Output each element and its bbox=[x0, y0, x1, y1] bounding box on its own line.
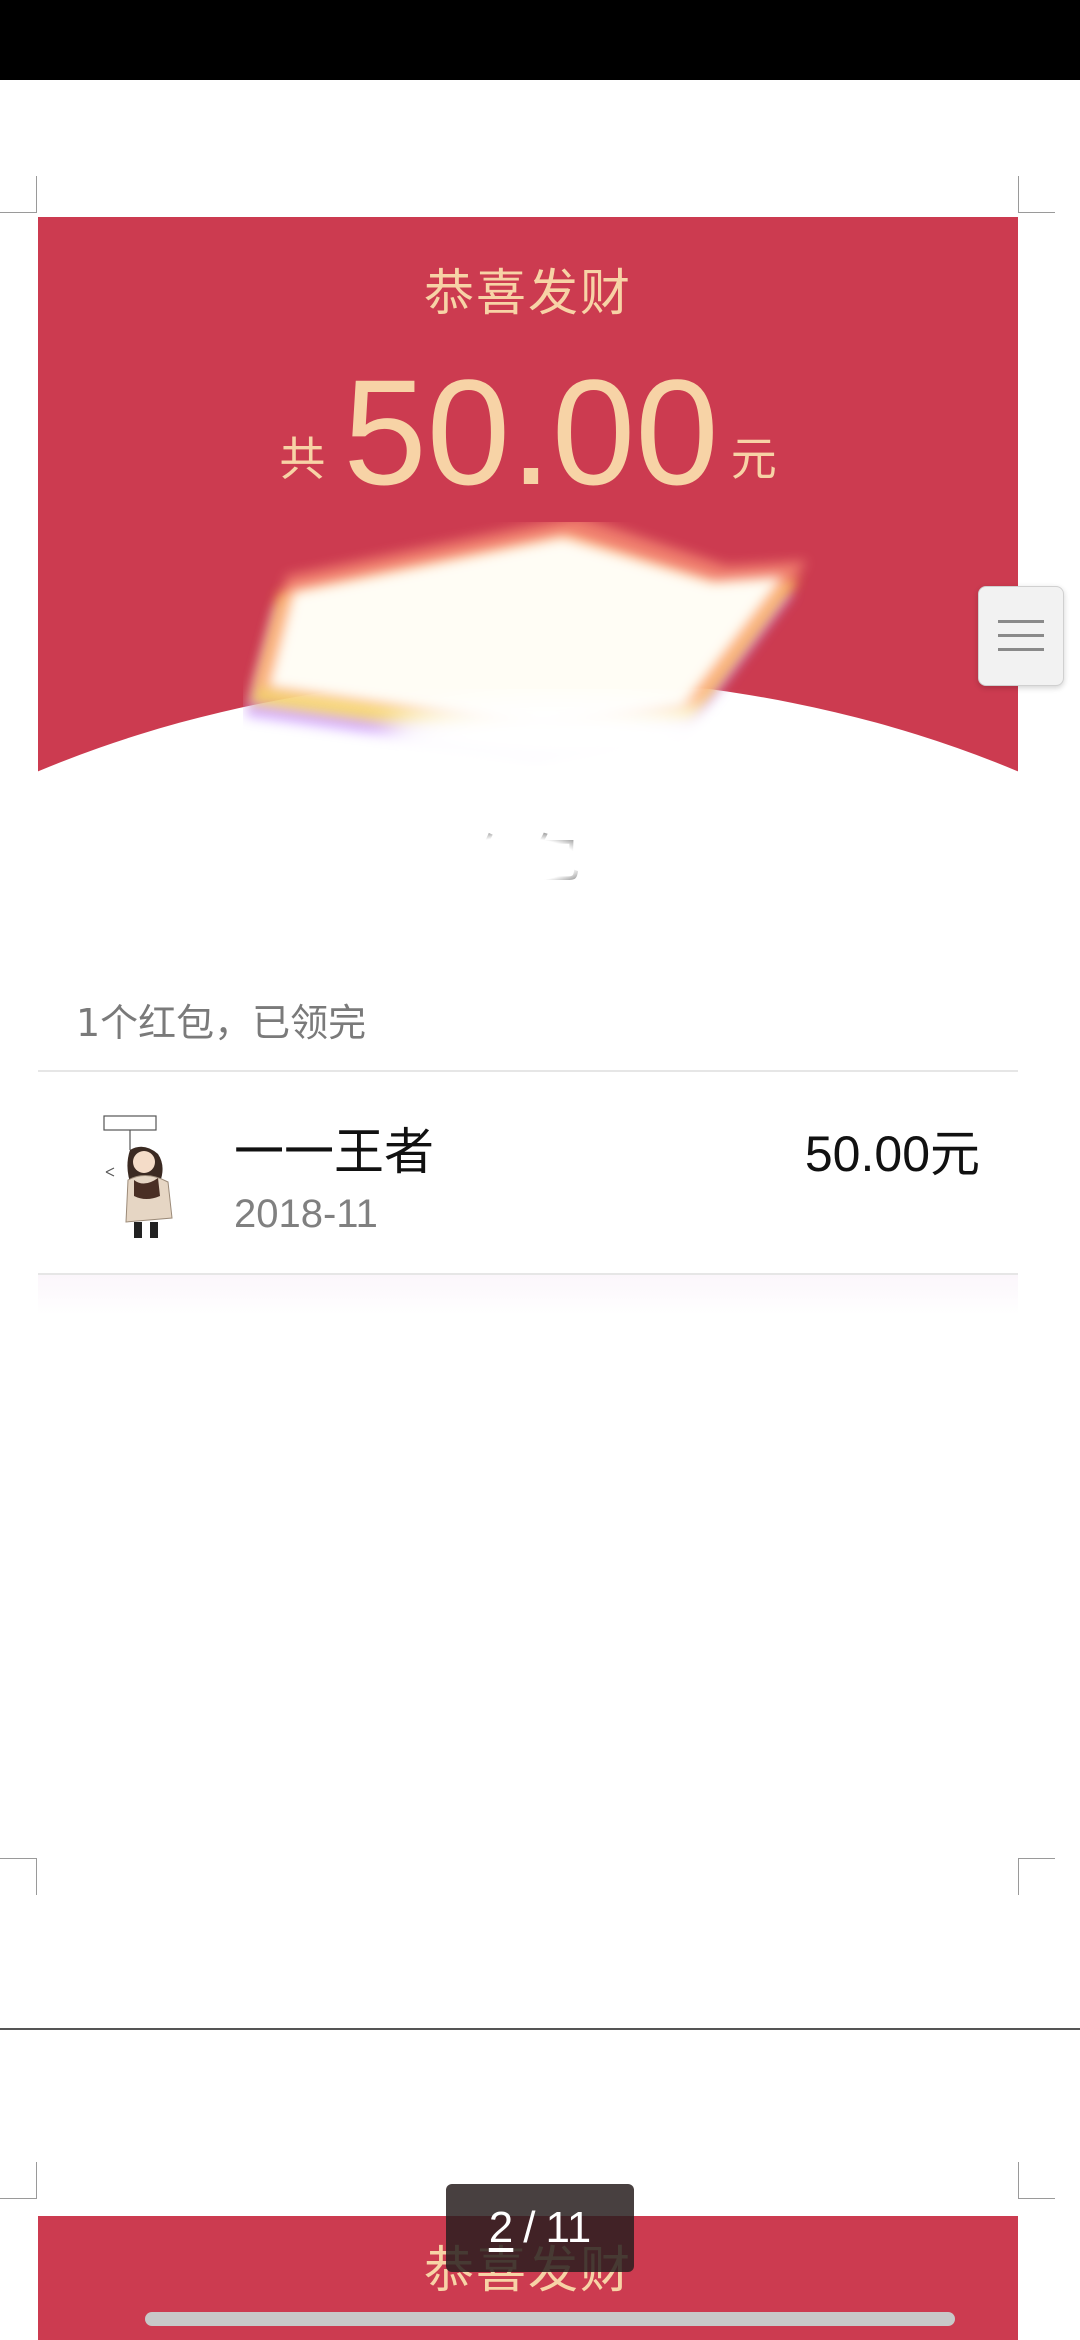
crop-mark-top-left bbox=[0, 176, 37, 213]
total-unit: 元 bbox=[730, 432, 777, 486]
cartoon-avatar-icon bbox=[103, 1115, 173, 1238]
claim-amount: 50.00元 bbox=[804, 1126, 980, 1182]
redaction-smudge bbox=[245, 522, 807, 777]
crop-mark-top-right bbox=[1018, 176, 1055, 213]
claim-row: 一一王者 50.00元 2018-11 bbox=[38, 1072, 1018, 1272]
claim-time: 2018-11 bbox=[234, 1192, 378, 1236]
total-amount: 50.00 bbox=[343, 348, 719, 516]
redpacket-header: 恭喜发财 共 50.00 元 bbox=[38, 217, 1018, 777]
claimant-name: 一一王者 bbox=[234, 1123, 434, 1181]
hamburger-menu-icon bbox=[998, 620, 1044, 651]
total-amount-row: 共 50.00 元 bbox=[38, 357, 1018, 507]
page-break-line bbox=[0, 2028, 1080, 2030]
faint-strip bbox=[38, 1275, 1018, 1315]
crop-mark-next-left bbox=[0, 2162, 37, 2199]
page-current: 2 bbox=[488, 2203, 514, 2252]
crop-mark-next-right bbox=[1018, 2162, 1055, 2199]
redpacket-summary: 1个红包，已领完 bbox=[76, 1001, 367, 1045]
title-redaction bbox=[414, 825, 614, 895]
total-prefix: 共 bbox=[279, 432, 326, 486]
floating-menu-button[interactable] bbox=[978, 586, 1064, 686]
greeting-text: 恭喜发财 bbox=[424, 264, 632, 322]
embedded-redpacket-screenshot: 恭喜发财 共 50.00 元 红包 1个红包，已领完 bbox=[38, 217, 1018, 1317]
horizontal-scrollbar[interactable] bbox=[145, 2312, 955, 2326]
crop-mark-bottom-right bbox=[1018, 1858, 1055, 1895]
time-redaction bbox=[388, 1187, 648, 1267]
crop-mark-bottom-left bbox=[0, 1858, 37, 1895]
page-indicator: 2 / 11 bbox=[446, 2184, 634, 2272]
status-bar bbox=[0, 0, 1080, 80]
page-separator: / bbox=[523, 2203, 536, 2252]
page-total: 11 bbox=[545, 2203, 592, 2252]
